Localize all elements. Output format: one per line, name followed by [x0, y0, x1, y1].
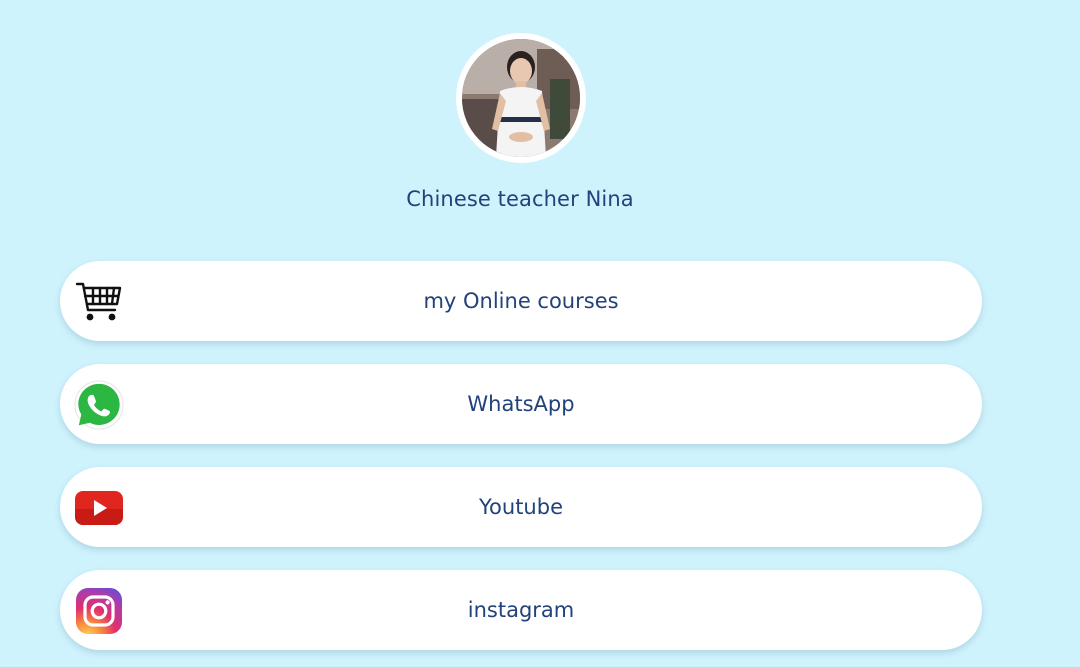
whatsapp-link-button[interactable]: WhatsApp — [60, 364, 982, 444]
youtube-link-button[interactable]: Youtube — [60, 467, 982, 547]
online-courses-link-button[interactable]: my Online courses — [60, 261, 982, 341]
profile-name: Chinese teacher Nina — [406, 187, 634, 211]
teacher-portrait-image — [462, 39, 580, 157]
profile-avatar — [456, 33, 586, 163]
online-courses-label: my Online courses — [423, 289, 619, 313]
instagram-link-button[interactable]: instagram — [60, 570, 982, 650]
instagram-label: instagram — [467, 598, 575, 622]
youtube-label: Youtube — [479, 495, 563, 519]
whatsapp-label: WhatsApp — [467, 392, 575, 416]
